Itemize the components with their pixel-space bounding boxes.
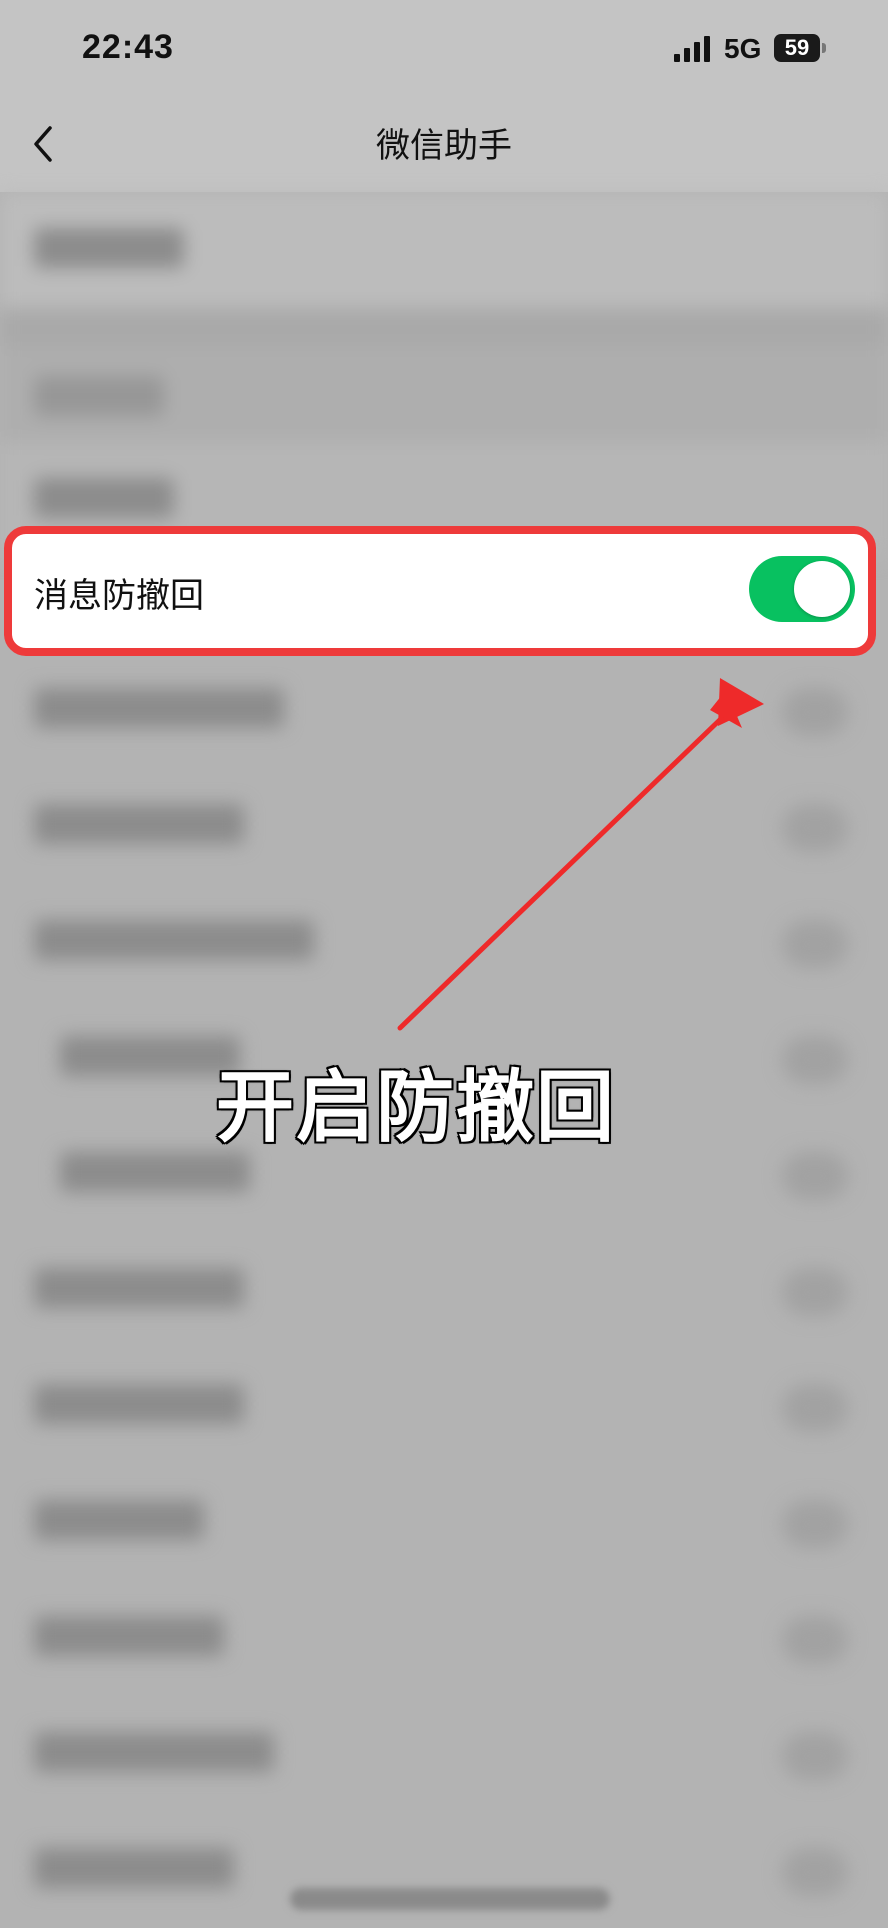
annotation-arrow-icon [397, 678, 764, 1031]
annotation-caption: 开启防撤回 [214, 1062, 617, 1155]
